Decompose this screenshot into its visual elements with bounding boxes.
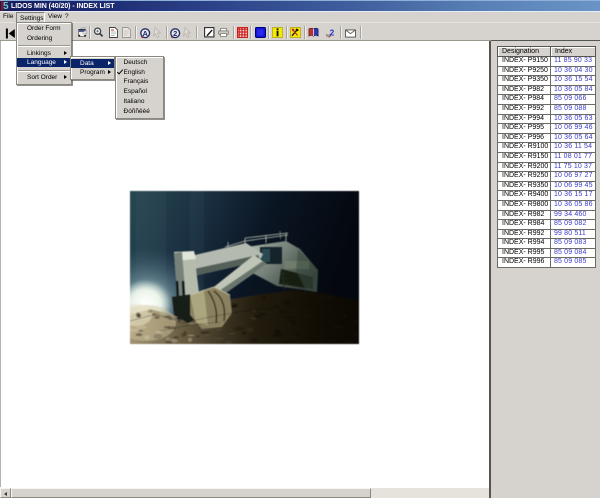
svg-text:2: 2	[173, 29, 177, 38]
svg-text:2: 2	[330, 28, 335, 37]
svg-text:A: A	[142, 29, 148, 38]
